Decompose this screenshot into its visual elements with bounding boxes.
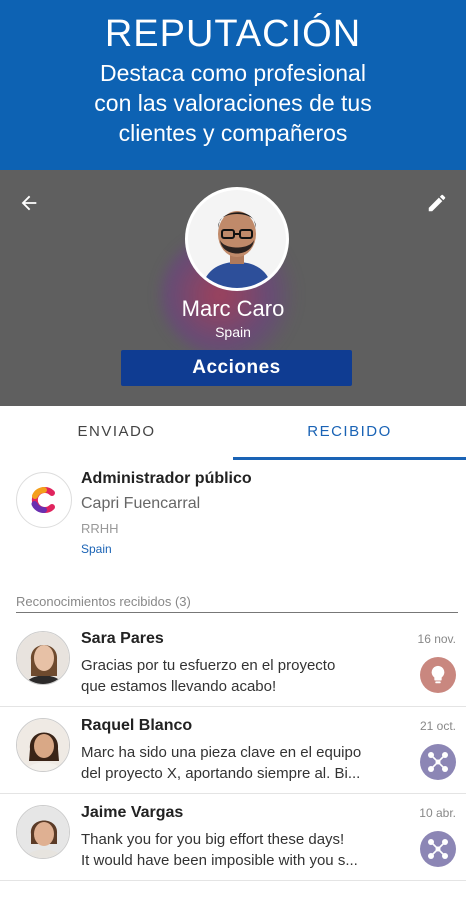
badge bbox=[420, 744, 456, 780]
section-title: Reconocimientos recibidos (3) bbox=[16, 594, 191, 609]
edit-button[interactable] bbox=[422, 188, 452, 218]
banner-title: REPUTACIÓN bbox=[104, 13, 362, 55]
sender-name: Jaime Vargas bbox=[81, 804, 184, 821]
sender-name: Sara Pares bbox=[81, 630, 164, 647]
list-item[interactable]: Raquel Blanco 21 oct. Marc ha sido una p… bbox=[0, 707, 466, 794]
list-item[interactable]: Sara Pares 16 nov. Gracias por tu esfuer… bbox=[0, 620, 466, 707]
item-message-line: del proyecto X, aportando siempre al. Bi… bbox=[81, 765, 361, 782]
item-date: 10 abr. bbox=[419, 806, 456, 820]
section-divider bbox=[16, 612, 458, 613]
actions-button[interactable]: Acciones bbox=[121, 350, 352, 386]
item-message-line: Gracias por tu esfuerzo en el proyecto bbox=[81, 657, 336, 674]
person-photo-icon bbox=[17, 806, 69, 858]
tab-received[interactable]: RECIBIDO bbox=[233, 406, 466, 460]
sender-name: Raquel Blanco bbox=[81, 717, 193, 734]
tab-sent[interactable]: ENVIADO bbox=[0, 406, 233, 460]
avatar bbox=[16, 718, 70, 772]
banner-subtitle: Destaca como profesional con las valorac… bbox=[0, 58, 466, 148]
profile-avatar bbox=[185, 187, 289, 291]
item-message-line: Thank you for you big effort these days! bbox=[81, 831, 345, 848]
profile-name: Marc Caro bbox=[181, 296, 285, 321]
company-country: Spain bbox=[81, 542, 112, 556]
item-message: Marc ha sido una pieza clave en el equip… bbox=[81, 742, 411, 784]
recognition-list: Sara Pares 16 nov. Gracias por tu esfuer… bbox=[0, 620, 466, 881]
banner-subtitle-line: clientes y compañeros bbox=[118, 120, 348, 146]
tab-bar: ENVIADO RECIBIDO bbox=[0, 406, 466, 460]
pencil-icon bbox=[428, 194, 446, 212]
item-date: 21 oct. bbox=[419, 719, 456, 733]
avatar bbox=[16, 805, 70, 859]
company-card[interactable]: Administrador público Capri Fuencarral R… bbox=[16, 470, 456, 566]
network-icon bbox=[428, 752, 448, 772]
item-date: 16 nov. bbox=[417, 632, 456, 646]
network-icon bbox=[428, 839, 448, 859]
item-message-line: que estamos llevando acabo! bbox=[81, 678, 277, 695]
profile-country: Spain bbox=[215, 324, 251, 340]
company-c-logo-icon bbox=[31, 487, 55, 513]
list-item[interactable]: Jaime Vargas 10 abr. Thank you for you b… bbox=[0, 794, 466, 881]
item-message: Gracias por tu esfuerzo en el proyecto q… bbox=[81, 655, 411, 697]
arrow-left-icon bbox=[21, 195, 37, 211]
person-photo-icon bbox=[17, 719, 69, 771]
company-department: RRHH bbox=[81, 521, 119, 536]
banner-subtitle-line: con las valoraciones de tus bbox=[94, 90, 372, 116]
person-photo-icon bbox=[17, 632, 69, 684]
item-message: Thank you for you big effort these days!… bbox=[81, 829, 411, 871]
avatar bbox=[16, 631, 70, 685]
promo-banner: REPUTACIÓN Destaca como profesional con … bbox=[0, 0, 466, 170]
company-place: Capri Fuencarral bbox=[81, 495, 201, 512]
profile-header: Marc Caro Spain Acciones bbox=[0, 170, 466, 406]
company-logo bbox=[16, 472, 72, 528]
item-message-line: It would have been imposible with you s.… bbox=[81, 852, 358, 869]
person-photo-icon bbox=[188, 190, 286, 288]
item-message-line: Marc ha sido una pieza clave en el equip… bbox=[81, 744, 362, 761]
banner-subtitle-line: Destaca como profesional bbox=[100, 60, 366, 86]
back-button[interactable] bbox=[14, 188, 44, 218]
badge bbox=[420, 657, 456, 693]
lightbulb-icon bbox=[431, 665, 445, 684]
badge bbox=[420, 831, 456, 867]
company-name: Administrador público bbox=[81, 470, 252, 487]
